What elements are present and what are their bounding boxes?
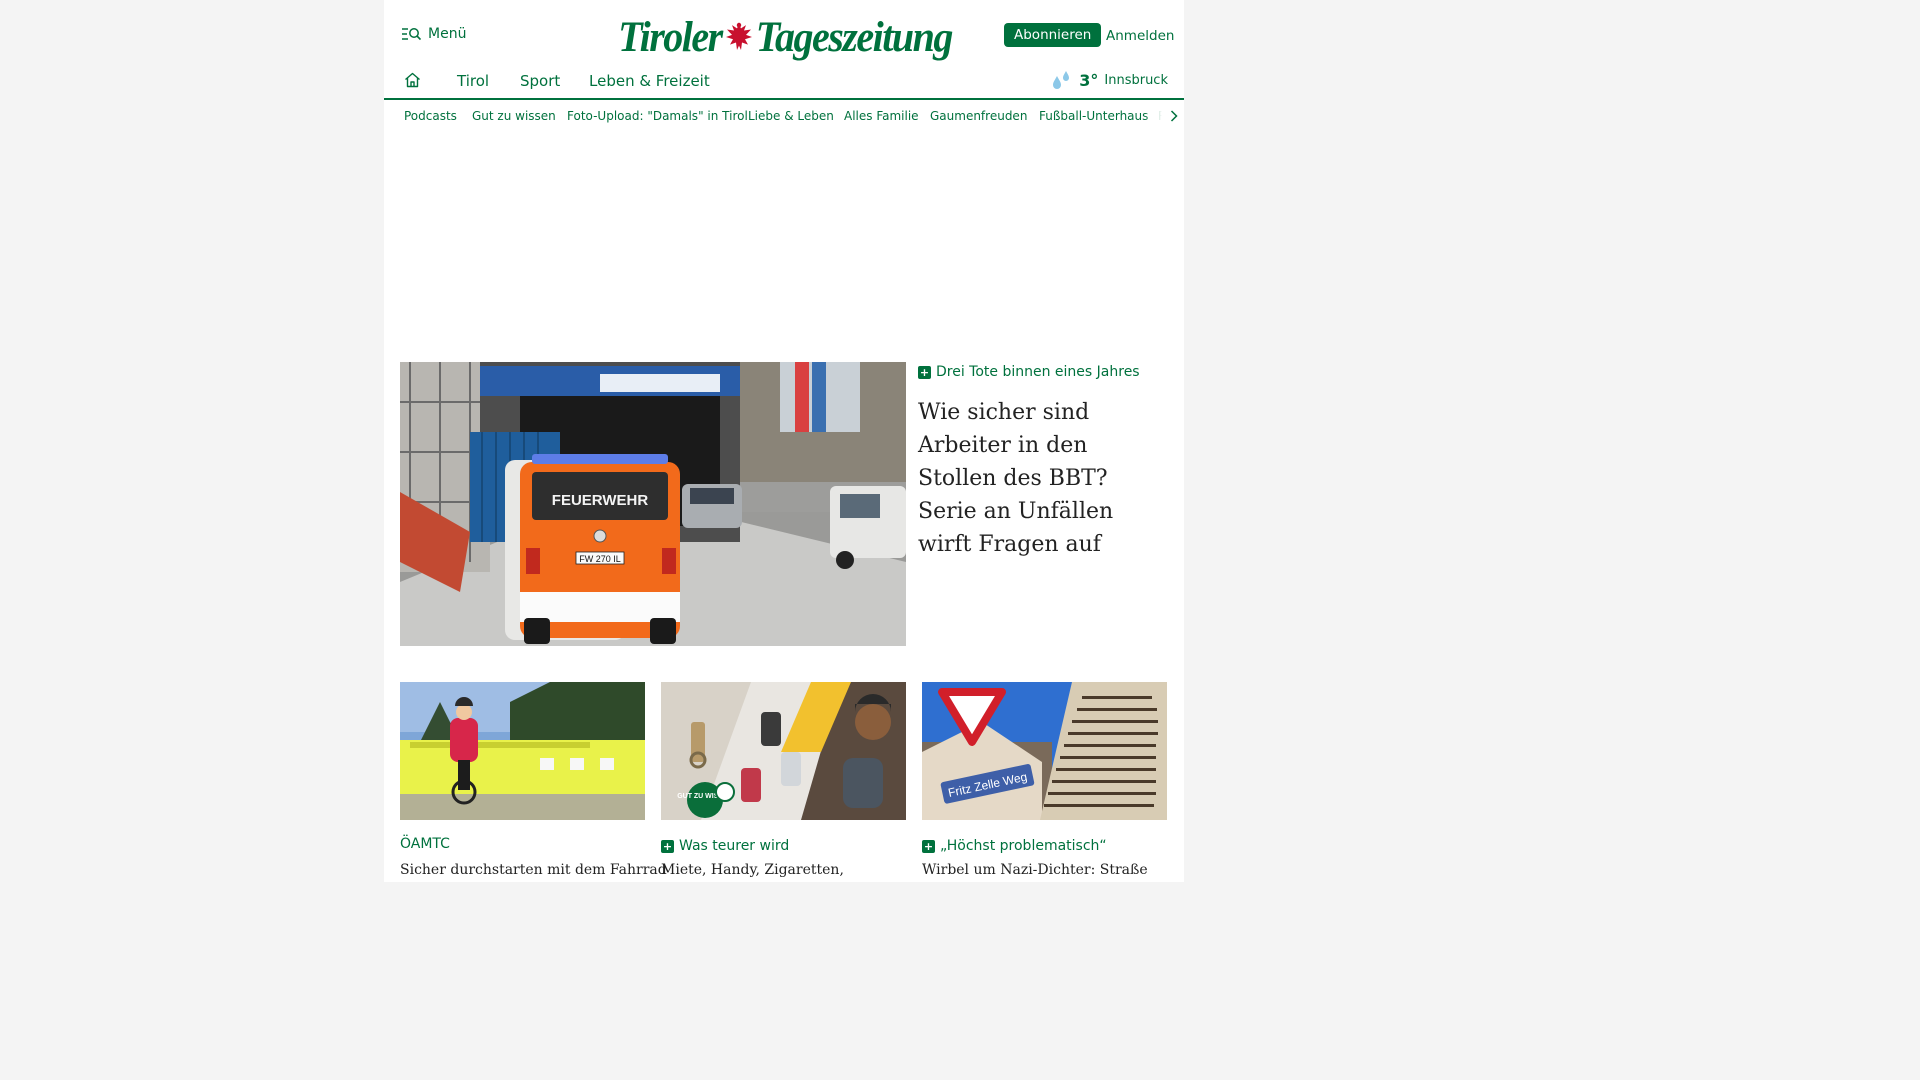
article-tile-image[interactable]: GUT ZU WISSEN bbox=[661, 682, 906, 820]
collage-photo: GUT ZU WISSEN bbox=[661, 682, 906, 820]
article-tile-kicker: + Was teurer wird bbox=[661, 838, 906, 854]
article-tile-kicker-text: „Höchst problematisch“ bbox=[940, 838, 1107, 854]
temperature: 3° bbox=[1079, 70, 1099, 90]
sub-navigation: Podcasts Gut zu wissen Foto-Upload: "Dam… bbox=[384, 100, 1184, 132]
premium-plus-icon: + bbox=[918, 365, 931, 379]
hero-kicker-text: Drei Tote binnen eines Jahres bbox=[936, 364, 1140, 380]
page: Menü Tiroler Tageszeitung Abonnieren Anm… bbox=[384, 0, 1184, 882]
ad-placeholder bbox=[384, 132, 1184, 344]
nav-item-tirol[interactable]: Tirol bbox=[457, 72, 489, 90]
hero-kicker: + Drei Tote binnen eines Jahres bbox=[918, 364, 1140, 380]
premium-plus-icon: + bbox=[661, 839, 674, 853]
article-tile-kicker-text: ÖAMTC bbox=[400, 836, 450, 852]
logo-text-right: Tageszeitung bbox=[755, 11, 954, 61]
subscribe-button[interactable]: Abonnieren bbox=[1004, 23, 1102, 47]
subnav-item-liebe-leben[interactable]: Liebe & Leben bbox=[748, 109, 834, 123]
menu-button[interactable]: Menü bbox=[402, 26, 466, 42]
article-tile: ÖAMTC Sicher durchstarten mit dem Fahrra… bbox=[400, 682, 667, 878]
article-tile-kicker: + „Höchst problematisch“ bbox=[922, 838, 1167, 854]
fire-truck-tunnel-photo: FEUERWEHR FW 270 IL bbox=[400, 362, 906, 646]
article-tile-kicker: ÖAMTC bbox=[400, 836, 645, 852]
premium-plus-icon: + bbox=[922, 839, 935, 853]
hero-image-label: FEUERWEHR bbox=[552, 492, 649, 509]
subnav-fade bbox=[1144, 100, 1184, 132]
tyrolean-eagle-icon bbox=[725, 21, 752, 49]
subnav-item-podcasts[interactable]: Podcasts bbox=[404, 109, 457, 123]
subnav-item-gaumenfreuden[interactable]: Gaumenfreuden bbox=[930, 109, 1027, 123]
nav-item-leben-freizeit[interactable]: Leben & Freizeit bbox=[589, 72, 710, 90]
hero-image[interactable]: FEUERWEHR FW 270 IL bbox=[400, 362, 906, 646]
article-tile-image[interactable] bbox=[400, 682, 645, 820]
logo-text-left: Tiroler bbox=[618, 11, 723, 61]
subnav-item-alles-familie[interactable]: Alles Familie bbox=[844, 109, 919, 123]
article-tile-headline[interactable]: Wirbel um Nazi-Dichter: Straße bbox=[922, 862, 1167, 878]
login-link[interactable]: Anmelden bbox=[1106, 28, 1174, 44]
article-tile-kicker-text: Was teurer wird bbox=[679, 838, 790, 854]
hero-image-plate: FW 270 IL bbox=[579, 554, 621, 564]
subnav-item-fussball-unterhaus[interactable]: Fußball-Unterhaus bbox=[1039, 109, 1148, 123]
subnav-item-gut-zu-wissen[interactable]: Gut zu wissen bbox=[472, 109, 556, 123]
hero-headline[interactable]: Wie sicher sind Arbeiter in den Stollen … bbox=[918, 396, 1170, 561]
menu-label: Menü bbox=[428, 26, 467, 42]
street-sign-photo: Fritz Zelle Weg bbox=[922, 682, 1167, 820]
nav-item-sport[interactable]: Sport bbox=[520, 72, 560, 90]
site-logo[interactable]: Tiroler Tageszeitung bbox=[618, 11, 954, 61]
article-tile-headline[interactable]: Miete, Handy, Zigaretten, bbox=[661, 862, 906, 878]
article-tile-headline[interactable]: Sicher durchstarten mit dem Fahrrad bbox=[400, 862, 667, 878]
rain-drops-icon bbox=[1053, 71, 1070, 89]
chevron-right-icon[interactable] bbox=[1170, 110, 1178, 122]
article-tile: Fritz Zelle Weg + „Höchst problematisch“… bbox=[922, 682, 1167, 878]
article-tile-image[interactable]: Fritz Zelle Weg bbox=[922, 682, 1167, 820]
article-tile: GUT ZU WISSEN + Was teurer wird Miete, H… bbox=[661, 682, 906, 878]
subnav-item-foto-upload[interactable]: Foto-Upload: "Damals" in Tirol bbox=[567, 109, 748, 123]
weather-city: Innsbruck bbox=[1104, 72, 1168, 88]
weather-widget[interactable]: 3° Innsbruck bbox=[1051, 70, 1168, 90]
home-icon[interactable] bbox=[404, 72, 421, 88]
menu-search-icon bbox=[402, 28, 421, 41]
main-navigation: Tirol Sport Leben & Freizeit 3° Innsbruc… bbox=[384, 62, 1184, 100]
cyclist-photo bbox=[400, 682, 645, 820]
